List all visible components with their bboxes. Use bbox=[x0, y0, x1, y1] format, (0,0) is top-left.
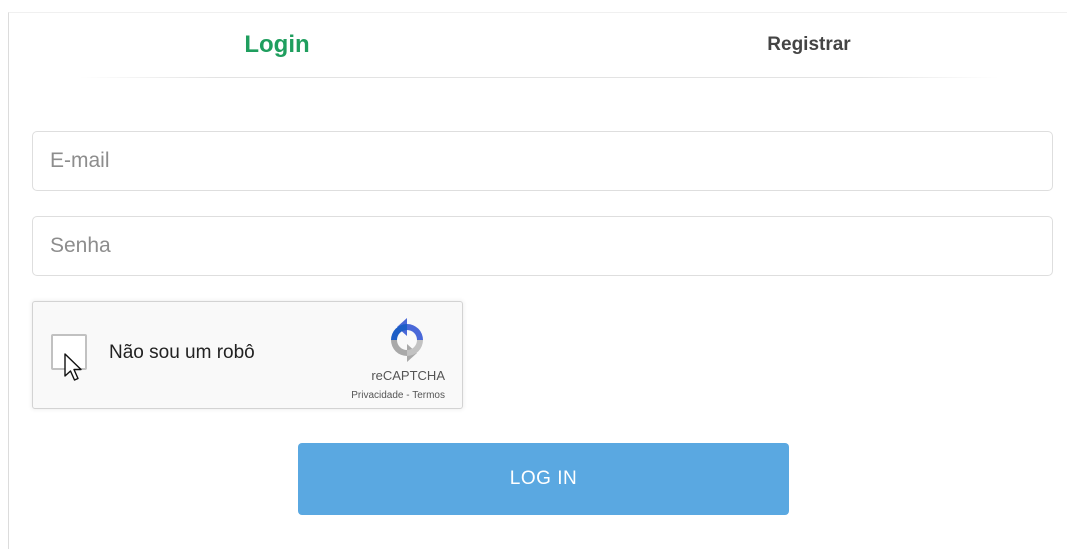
recaptcha-brand: reCAPTCHA bbox=[371, 368, 445, 383]
login-button[interactable]: LOG IN bbox=[298, 443, 789, 515]
recaptcha-logo-icon bbox=[391, 318, 423, 362]
login-panel: Login Registrar Não sou um robô reCAPTCH… bbox=[8, 12, 1067, 549]
auth-tabs: Login Registrar bbox=[9, 13, 1067, 78]
recaptcha-terms-link[interactable]: Termos bbox=[412, 390, 445, 401]
tab-divider bbox=[79, 77, 999, 78]
mouse-pointer-icon bbox=[64, 353, 82, 381]
recaptcha-link-separator: - bbox=[403, 390, 413, 401]
recaptcha-widget: Não sou um robô reCAPTCHA Privacidade - … bbox=[32, 301, 463, 409]
email-input[interactable] bbox=[32, 131, 1053, 191]
recaptcha-label: Não sou um robô bbox=[109, 342, 255, 363]
tab-login[interactable]: Login bbox=[177, 28, 377, 62]
tab-register[interactable]: Registrar bbox=[709, 28, 909, 62]
password-input[interactable] bbox=[32, 216, 1053, 276]
recaptcha-privacy-link[interactable]: Privacidade bbox=[351, 390, 403, 401]
recaptcha-links: Privacidade - Termos bbox=[313, 390, 445, 401]
